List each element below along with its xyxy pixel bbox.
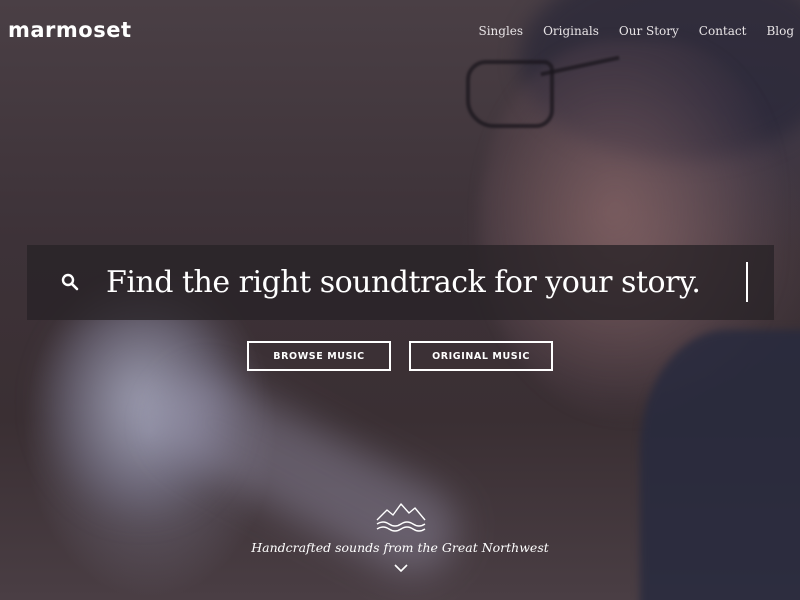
mountain-icon	[376, 503, 426, 532]
hero-photo-shoulder	[640, 330, 800, 600]
top-nav: Singles Originals Our Story Contact Blog	[478, 22, 794, 40]
search-input[interactable]	[98, 254, 758, 310]
chevron-down-icon[interactable]	[393, 562, 409, 574]
tagline: Handcrafted sounds from the Great Northw…	[251, 540, 549, 555]
nav-link-contact[interactable]: Contact	[699, 22, 747, 40]
hero-photo-glasses	[466, 60, 554, 128]
browse-music-button[interactable]: BROWSE MUSIC	[247, 341, 391, 371]
nav-link-singles[interactable]: Singles	[478, 22, 523, 40]
text-caret	[746, 262, 748, 302]
logo[interactable]: marmoset	[8, 18, 132, 42]
nav-link-blog[interactable]: Blog	[766, 22, 794, 40]
search-icon[interactable]	[60, 272, 80, 292]
nav-link-originals[interactable]: Originals	[543, 22, 599, 40]
nav-link-our-story[interactable]: Our Story	[619, 22, 679, 40]
original-music-button[interactable]: ORIGINAL MUSIC	[409, 341, 553, 371]
